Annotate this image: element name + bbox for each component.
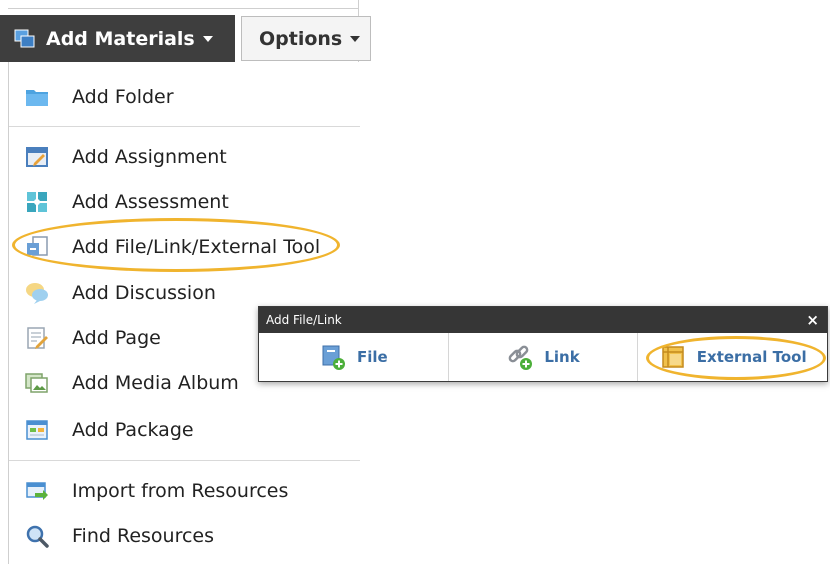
menu-item-label: Add Page [72,327,161,349]
folder-icon [26,90,48,106]
file-option-label: File [356,348,388,366]
top-border [8,8,359,9]
chevron-down-icon [350,35,361,42]
link-option-button[interactable]: Link [449,333,639,381]
link-add-icon [508,345,533,370]
menu-item-label: Add Assessment [72,191,229,213]
menu-item-label: Add Assignment [72,146,227,168]
options-label: Options [259,27,343,50]
highlight-circle [12,218,340,272]
assessment-icon [27,192,47,212]
add-materials-icon [14,29,35,47]
external-tool-highlight-circle [646,336,826,380]
assignment-icon [26,147,48,167]
page-icon [27,327,48,349]
media-album-icon [25,373,48,393]
menu-item-import-from-resources[interactable]: Import from Resources [9,471,360,511]
menu-divider [9,460,360,461]
menu-item-add-assignment[interactable]: Add Assignment [9,137,360,177]
menu-item-label: Import from Resources [72,480,289,502]
menu-item-label: Find Resources [72,525,214,547]
menu-item-label: Add Media Album [72,372,239,394]
menu-item-find-resources[interactable]: Find Resources [9,516,360,556]
options-button[interactable]: Options [241,16,371,61]
menu-item-add-package[interactable]: Add Package [9,410,360,450]
dialog-header: Add File/Link × [259,307,827,333]
close-icon[interactable]: × [806,311,819,329]
menu-divider [9,126,360,127]
chevron-down-icon [202,35,213,42]
menu-item-add-folder[interactable]: Add Folder [9,77,360,117]
add-materials-label: Add Materials [46,27,195,50]
dialog-title: Add File/Link [266,313,342,327]
file-option-button[interactable]: File [259,333,449,381]
discussion-icon [26,283,48,304]
package-icon [26,420,48,440]
file-add-icon [322,345,345,370]
menu-item-add-assessment[interactable]: Add Assessment [9,182,360,222]
import-icon [26,482,48,500]
menu-item-label: Add Folder [72,86,174,108]
add-materials-button[interactable]: Add Materials [0,15,235,62]
link-option-label: Link [544,348,580,366]
menu-item-label: Add Discussion [72,282,216,304]
search-icon [26,525,49,548]
menu-item-label: Add Package [72,419,194,441]
